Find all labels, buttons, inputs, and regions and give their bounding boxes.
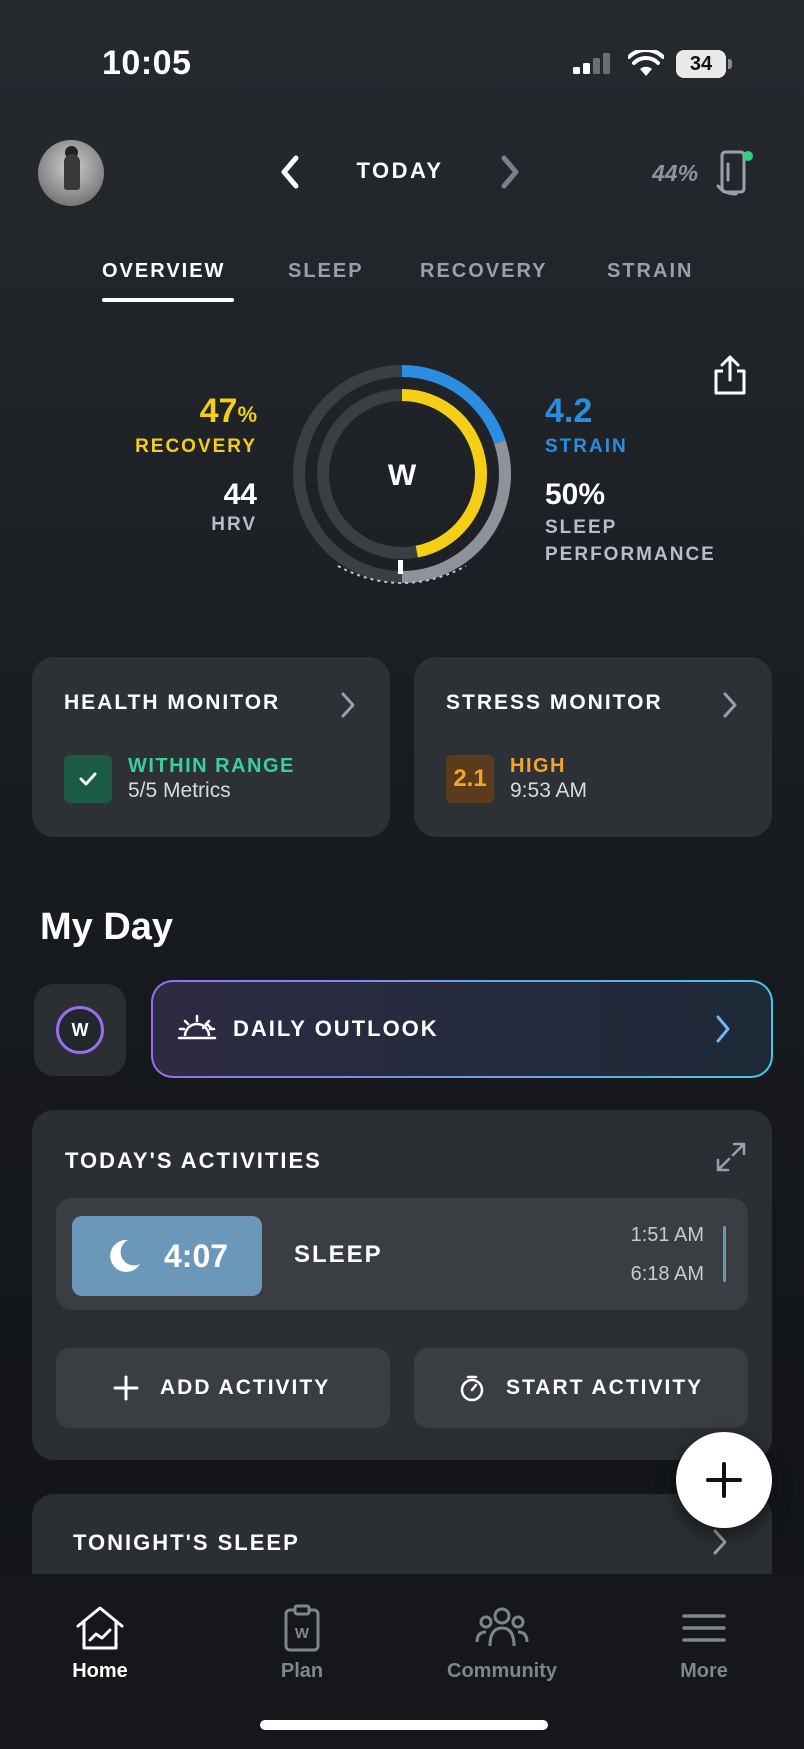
people-icon (475, 1607, 529, 1647)
tonights-sleep-card[interactable]: TONIGHT'S SLEEP (32, 1494, 772, 1574)
active-tab-indicator (102, 298, 234, 302)
svg-text:W: W (295, 1625, 310, 1642)
date-label[interactable]: TODAY (340, 158, 460, 184)
stress-monitor-card[interactable]: STRESS MONITOR 2.1 HIGH 9:53 AM (414, 657, 772, 837)
tab-strain[interactable]: STRAIN (607, 260, 693, 283)
sleep-performance-value[interactable]: 50% (545, 478, 605, 512)
nav-plan[interactable]: W Plan (222, 1604, 382, 1683)
stopwatch-icon (460, 1375, 484, 1402)
tab-sleep[interactable]: SLEEP (288, 260, 364, 283)
chevron-right-icon (716, 1015, 730, 1043)
sunrise-icon (177, 1014, 217, 1040)
wifi-icon (628, 50, 664, 76)
battery-icon: 34 (676, 50, 732, 78)
chevron-right-icon (341, 692, 355, 718)
ring-logo: W (388, 459, 417, 492)
clipboard-icon: W (284, 1604, 320, 1652)
my-day-heading: My Day (40, 906, 174, 948)
tonights-sleep-title: TONIGHT'S SLEEP (73, 1530, 300, 1555)
sleep-performance-label: SLEEP PERFORMANCE (545, 517, 716, 565)
strap-device-icon[interactable] (714, 146, 758, 198)
health-detail: 5/5 Metrics (128, 779, 231, 802)
plus-icon (113, 1375, 139, 1401)
stress-time: 9:53 AM (510, 779, 588, 802)
stress-monitor-title: STRESS MONITOR (446, 691, 663, 714)
moon-icon (110, 1239, 140, 1272)
sleep-timeline-bar (723, 1226, 726, 1282)
chevron-left-icon[interactable] (276, 152, 304, 192)
stress-status: HIGH (510, 755, 566, 777)
nav-plan-label: Plan (280, 1660, 324, 1682)
nav-more-label: More (680, 1660, 728, 1682)
ring-marker (398, 560, 403, 574)
home-indicator (260, 1720, 548, 1730)
health-monitor-title: HEALTH MONITOR (64, 691, 281, 714)
sleep-activity-name: SLEEP (294, 1241, 383, 1268)
todays-activities-card: TODAY'S ACTIVITIES 4:07 SLEEP 1:51 AM 6:… (32, 1110, 772, 1460)
cellular-signal-icon (573, 53, 610, 74)
stress-score: 2.1 (446, 755, 494, 803)
daily-outlook-button[interactable]: DAILY OUTLOOK (151, 980, 773, 1078)
add-fab-button[interactable] (676, 1432, 772, 1528)
expand-icon[interactable] (714, 1140, 748, 1174)
sleep-activity-row[interactable]: 4:07 SLEEP 1:51 AM 6:18 AM (56, 1198, 748, 1310)
add-activity-label: ADD ACTIVITY (160, 1376, 331, 1399)
whoop-coach-button[interactable]: W (34, 984, 126, 1076)
recovery-label: RECOVERY (135, 436, 257, 457)
health-status: WITHIN RANGE (128, 755, 295, 777)
nav-home-label: Home (72, 1660, 128, 1682)
sleep-duration-pill: 4:07 (72, 1216, 262, 1296)
health-monitor-card[interactable]: HEALTH MONITOR WITHIN RANGE 5/5 Metrics (32, 657, 390, 837)
nav-community[interactable]: Community (422, 1604, 582, 1683)
tab-overview[interactable]: OVERVIEW (102, 260, 225, 283)
chevron-right-icon[interactable] (496, 152, 524, 192)
device-battery: 44% (652, 160, 699, 186)
chevron-right-icon (723, 692, 737, 718)
battery-level: 34 (676, 50, 726, 78)
plus-icon (706, 1462, 742, 1498)
sleep-end-time: 6:18 AM (630, 1263, 704, 1285)
share-icon[interactable] (712, 354, 748, 396)
start-activity-button[interactable]: START ACTIVITY (414, 1348, 748, 1428)
sleep-start-time: 1:51 AM (630, 1224, 704, 1246)
avatar[interactable] (38, 140, 104, 206)
strain-label: STRAIN (545, 436, 628, 457)
tab-recovery[interactable]: RECOVERY (420, 260, 548, 283)
add-activity-button[interactable]: ADD ACTIVITY (56, 1348, 390, 1428)
hrv-value: 44 (223, 478, 257, 511)
recovery-value[interactable]: 47% (200, 392, 257, 431)
sleep-duration: 4:07 (164, 1238, 229, 1274)
hrv-label: HRV (211, 514, 257, 535)
nav-more[interactable]: More (624, 1604, 784, 1683)
status-time: 10:05 (102, 44, 192, 82)
home-icon (76, 1606, 124, 1650)
chevron-right-icon (713, 1529, 727, 1555)
nav-home[interactable]: Home (20, 1604, 180, 1683)
daily-outlook-label: DAILY OUTLOOK (233, 1016, 439, 1041)
overview-rings[interactable]: W (288, 360, 516, 596)
todays-activities-title: TODAY'S ACTIVITIES (65, 1148, 322, 1173)
menu-icon (682, 1614, 726, 1642)
checkmark-icon (64, 755, 112, 803)
nav-community-label: Community (447, 1660, 557, 1682)
strain-value[interactable]: 4.2 (545, 392, 592, 431)
whoop-logo-icon: W (56, 1006, 104, 1054)
start-activity-label: START ACTIVITY (506, 1376, 704, 1399)
